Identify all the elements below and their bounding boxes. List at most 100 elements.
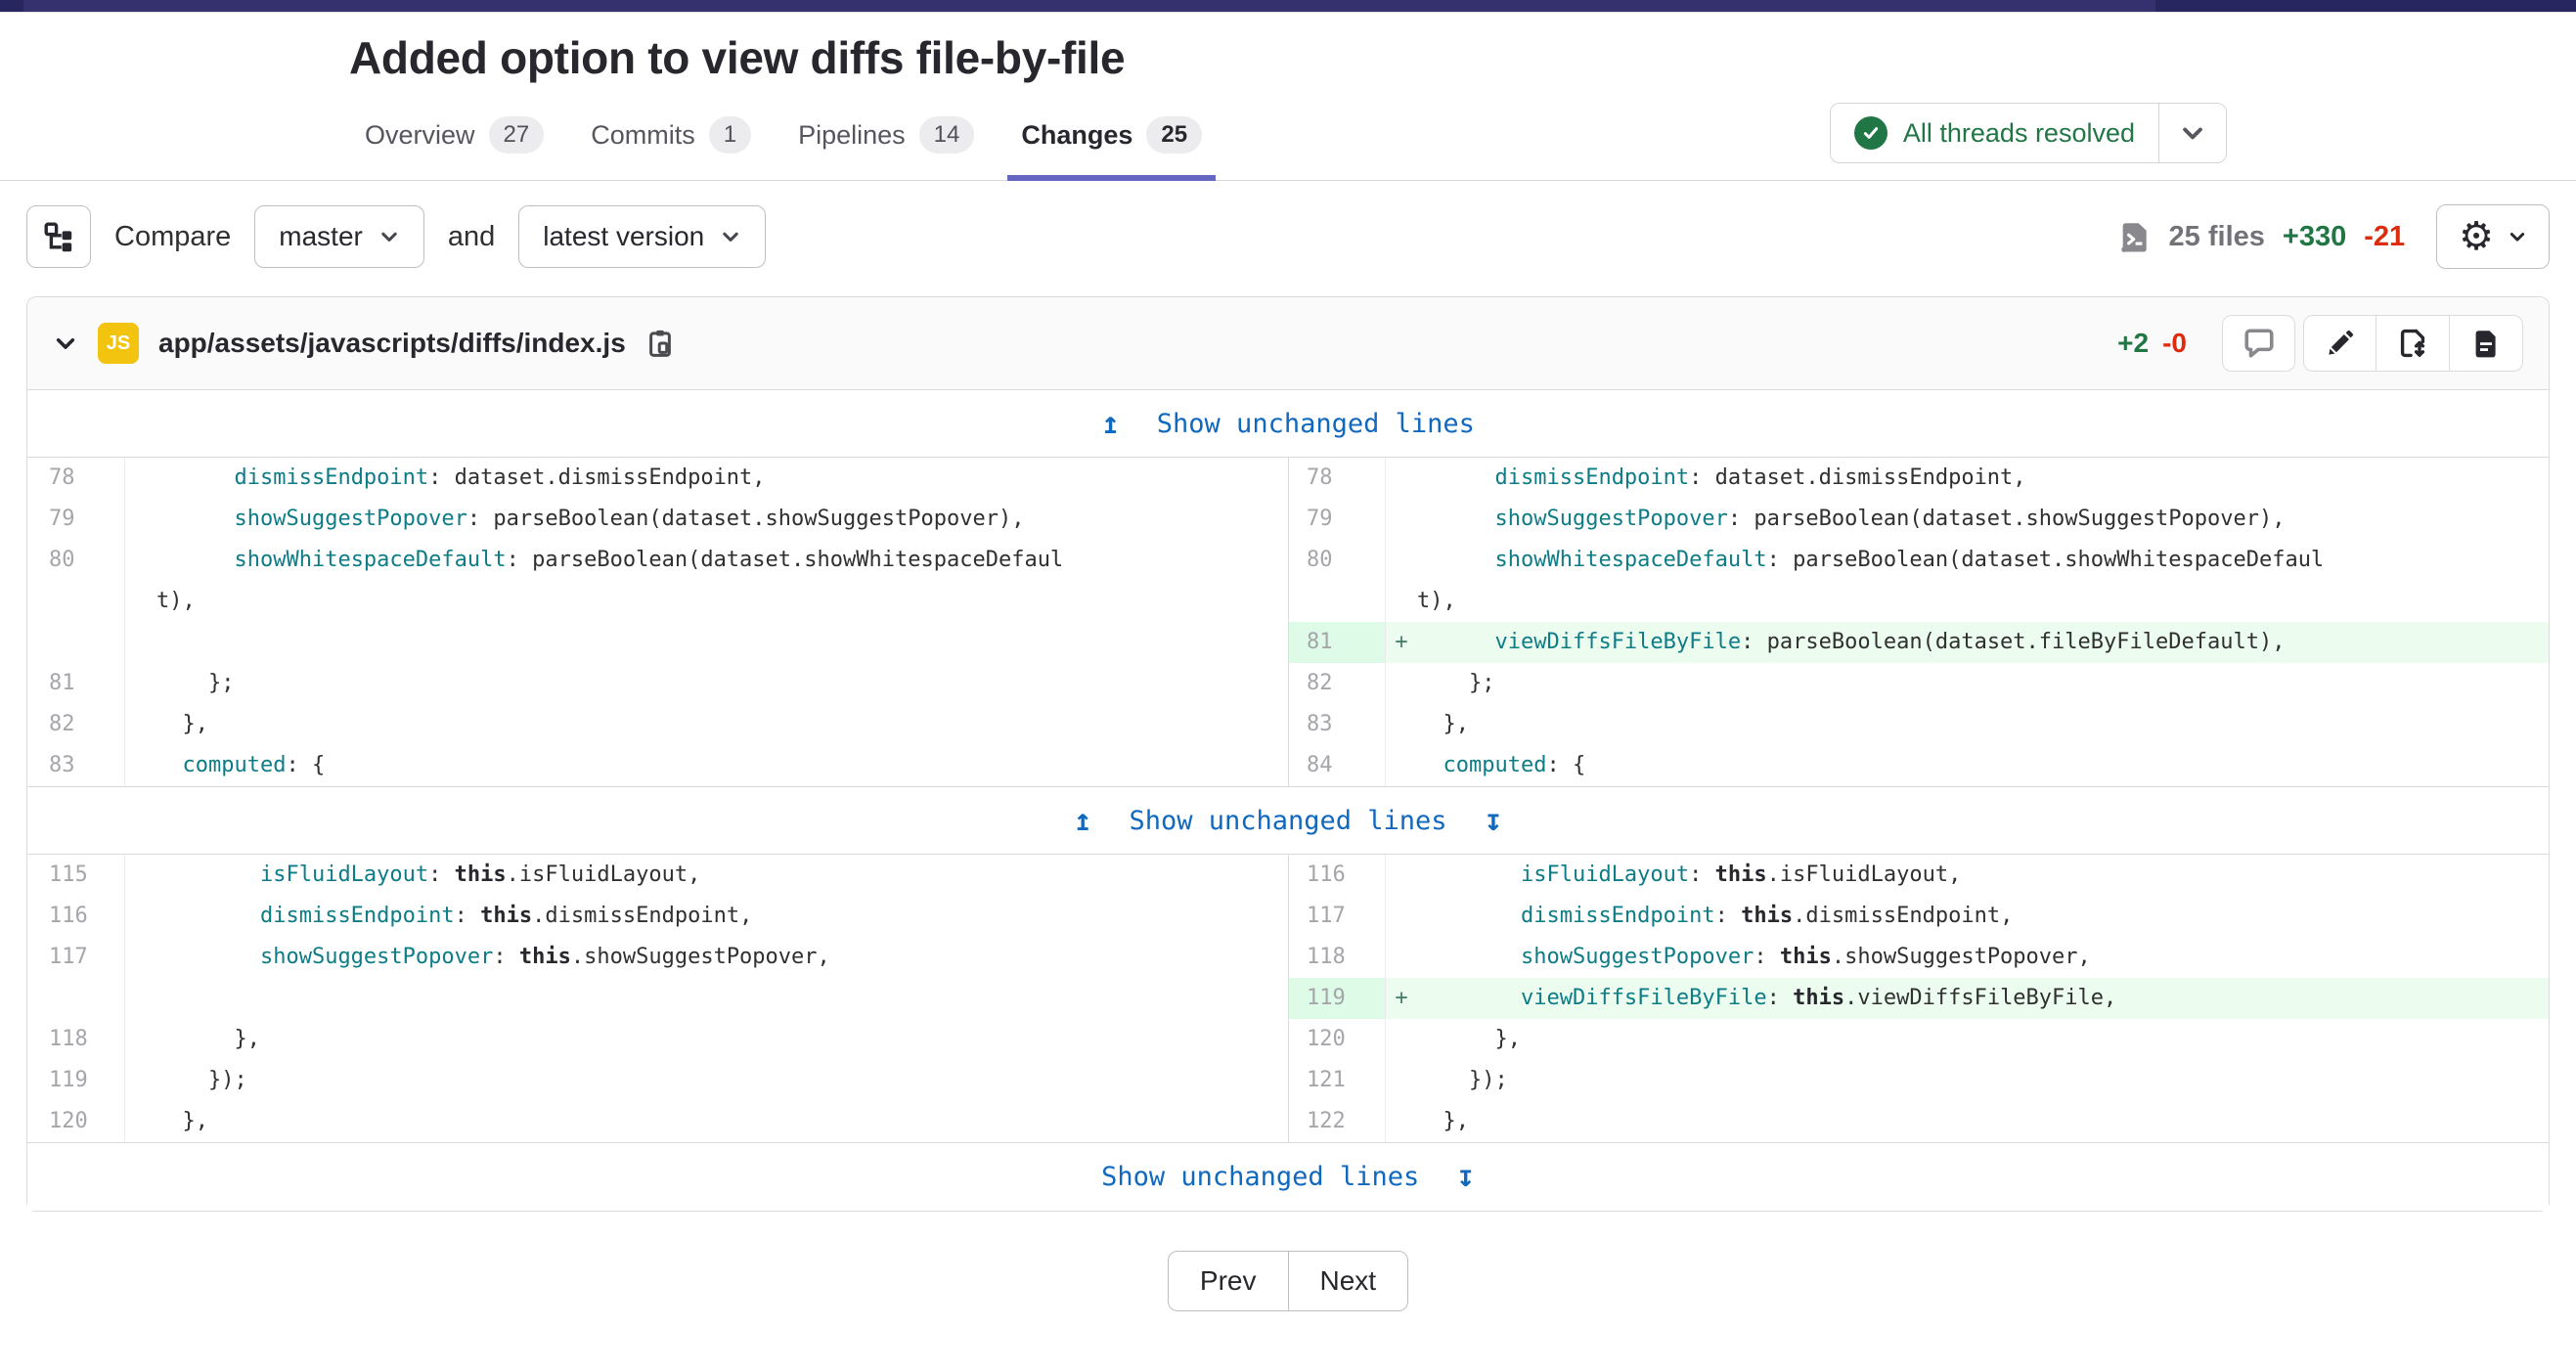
line-number-new[interactable]: 118 xyxy=(1288,937,1386,978)
code-text: }, xyxy=(1417,704,2549,745)
code-text: computed: { xyxy=(156,745,1288,786)
diff-row: 119 });121 }); xyxy=(27,1060,2549,1101)
empty-code-cell xyxy=(125,978,1288,1019)
line-number-new[interactable]: 78 xyxy=(1288,458,1386,499)
diff-code-line: + viewDiffsFileByFile: parseBoolean(data… xyxy=(1386,622,2549,663)
code-text: showSuggestPopover: this.showSuggestPopo… xyxy=(156,937,1288,978)
line-number-old[interactable]: 78 xyxy=(27,458,125,499)
line-number-new[interactable]: 116 xyxy=(1288,855,1386,896)
diff-row: 119+ viewDiffsFileByFile: this.viewDiffs… xyxy=(27,978,2549,1019)
line-number-old[interactable]: 82 xyxy=(27,704,125,745)
compare-label: Compare xyxy=(114,221,231,253)
diff-code-line: }, xyxy=(1386,1101,2549,1142)
source-branch-dropdown[interactable]: master xyxy=(254,205,424,268)
code-text: showSuggestPopover: this.showSuggestPopo… xyxy=(1417,937,2549,978)
copy-file-path-button[interactable] xyxy=(645,329,675,358)
prev-file-button[interactable]: Prev xyxy=(1168,1251,1289,1311)
expand-up-icon[interactable]: ↥ xyxy=(1101,409,1120,439)
line-number-new[interactable]: 81 xyxy=(1288,622,1386,663)
line-number-old[interactable]: 120 xyxy=(27,1101,125,1142)
line-number-new[interactable]: 119 xyxy=(1288,978,1386,1019)
line-number-new[interactable]: 122 xyxy=(1288,1101,1386,1142)
top-navbar-highlight xyxy=(23,0,2155,12)
doc-code-icon xyxy=(2118,220,2152,253)
toggle-comments-button[interactable] xyxy=(2222,315,2295,372)
expand-up-icon[interactable]: ↥ xyxy=(1074,806,1092,836)
diff-row: 81 };82 }; xyxy=(27,663,2549,704)
code-text: dismissEndpoint: dataset.dismissEndpoint… xyxy=(156,458,1288,499)
diff-code-line: computed: { xyxy=(125,745,1288,786)
file-path[interactable]: app/assets/javascripts/diffs/index.js xyxy=(158,328,626,359)
file-deletions: -0 xyxy=(2162,328,2187,359)
threads-dropdown-button[interactable] xyxy=(2159,104,2226,162)
line-number-old[interactable]: 83 xyxy=(27,745,125,786)
chevron-down-icon xyxy=(2179,119,2206,147)
diff-row: 78 dismissEndpoint: dataset.dismissEndpo… xyxy=(27,458,2549,499)
line-number-new[interactable]: 80 xyxy=(1288,540,1386,622)
document-icon xyxy=(2470,328,2502,359)
line-number-old[interactable]: 118 xyxy=(27,1019,125,1060)
file-versions-icon xyxy=(2397,328,2428,359)
line-number-old[interactable]: 115 xyxy=(27,855,125,896)
code-text: showSuggestPopover: parseBoolean(dataset… xyxy=(156,499,1288,540)
tab-changes[interactable]: Changes 25 xyxy=(1005,90,1218,180)
tab-overview-count: 27 xyxy=(489,116,545,154)
edit-file-button[interactable] xyxy=(2303,315,2376,372)
threads-resolved-group: All threads resolved xyxy=(1830,103,2227,163)
line-number-new[interactable]: 79 xyxy=(1288,499,1386,540)
tab-pipelines-label: Pipelines xyxy=(798,120,906,151)
line-number-old[interactable]: 119 xyxy=(27,1060,125,1101)
compare-versions-icon-button[interactable] xyxy=(2376,315,2450,372)
tab-pipelines[interactable]: Pipelines 14 xyxy=(782,90,990,180)
tab-commits[interactable]: Commits 1 xyxy=(575,90,767,180)
show-unchanged-lines-link[interactable]: Show unchanged lines xyxy=(1129,806,1446,836)
line-number-new[interactable]: 84 xyxy=(1288,745,1386,786)
tab-overview[interactable]: Overview 27 xyxy=(349,90,559,180)
diff-settings-dropdown[interactable]: ⚙ xyxy=(2436,204,2550,269)
line-number-new[interactable]: 120 xyxy=(1288,1019,1386,1060)
line-number-new[interactable]: 83 xyxy=(1288,704,1386,745)
diff-code-line: dismissEndpoint: this.dismissEndpoint, xyxy=(1386,896,2549,937)
code-text: showWhitespaceDefault: parseBoolean(data… xyxy=(156,540,1288,622)
diff-code-line: dismissEndpoint: dataset.dismissEndpoint… xyxy=(1386,458,2549,499)
file-tree-icon xyxy=(43,221,74,252)
code-text: }; xyxy=(156,663,1288,704)
line-number-new[interactable]: 117 xyxy=(1288,896,1386,937)
line-number-old[interactable]: 80 xyxy=(27,540,125,622)
line-number-old[interactable]: 79 xyxy=(27,499,125,540)
diff-code-line: + viewDiffsFileByFile: this.viewDiffsFil… xyxy=(1386,978,2549,1019)
collapse-file-chevron-icon[interactable] xyxy=(53,331,78,356)
code-text: viewDiffsFileByFile: parseBoolean(datase… xyxy=(1417,622,2549,663)
copy-icon xyxy=(645,329,675,358)
code-text: dismissEndpoint: this.dismissEndpoint, xyxy=(156,896,1288,937)
total-additions: +330 xyxy=(2283,221,2346,253)
empty-code-cell xyxy=(125,622,1288,663)
expander-bottom: Show unchanged lines ↧ xyxy=(27,1142,2549,1211)
line-number-new[interactable]: 82 xyxy=(1288,663,1386,704)
target-version-value: latest version xyxy=(543,221,704,252)
code-text: viewDiffsFileByFile: this.viewDiffsFileB… xyxy=(1417,978,2549,1019)
show-unchanged-lines-link[interactable]: Show unchanged lines xyxy=(1101,1162,1419,1192)
expand-down-icon[interactable]: ↧ xyxy=(1456,1162,1475,1192)
file-tree-toggle-button[interactable] xyxy=(26,205,91,268)
expand-down-icon[interactable]: ↧ xyxy=(1485,806,1503,836)
expander-top: ↥ Show unchanged lines xyxy=(27,389,2549,458)
threads-resolved-button[interactable]: All threads resolved xyxy=(1831,104,2159,162)
pencil-icon xyxy=(2325,328,2356,359)
source-branch-value: master xyxy=(279,221,363,252)
view-file-button[interactable] xyxy=(2450,315,2523,372)
next-file-button[interactable]: Next xyxy=(1288,1251,1409,1311)
code-text: }, xyxy=(1417,1101,2549,1142)
diff-code-line: }, xyxy=(125,704,1288,745)
line-number-old[interactable]: 116 xyxy=(27,896,125,937)
mr-tabbar: Overview 27 Commits 1 Pipelines 14 Chang… xyxy=(0,90,2576,181)
diff-row: 120 },122 }, xyxy=(27,1101,2549,1142)
line-number-old[interactable]: 81 xyxy=(27,663,125,704)
show-unchanged-lines-link[interactable]: Show unchanged lines xyxy=(1157,409,1475,439)
mr-tabs: Overview 27 Commits 1 Pipelines 14 Chang… xyxy=(349,90,1233,180)
target-version-dropdown[interactable]: latest version xyxy=(518,205,766,268)
line-number-new[interactable]: 121 xyxy=(1288,1060,1386,1101)
diff-code-line: }, xyxy=(1386,1019,2549,1060)
empty-gutter-cell xyxy=(27,978,125,1019)
line-number-old[interactable]: 117 xyxy=(27,937,125,978)
